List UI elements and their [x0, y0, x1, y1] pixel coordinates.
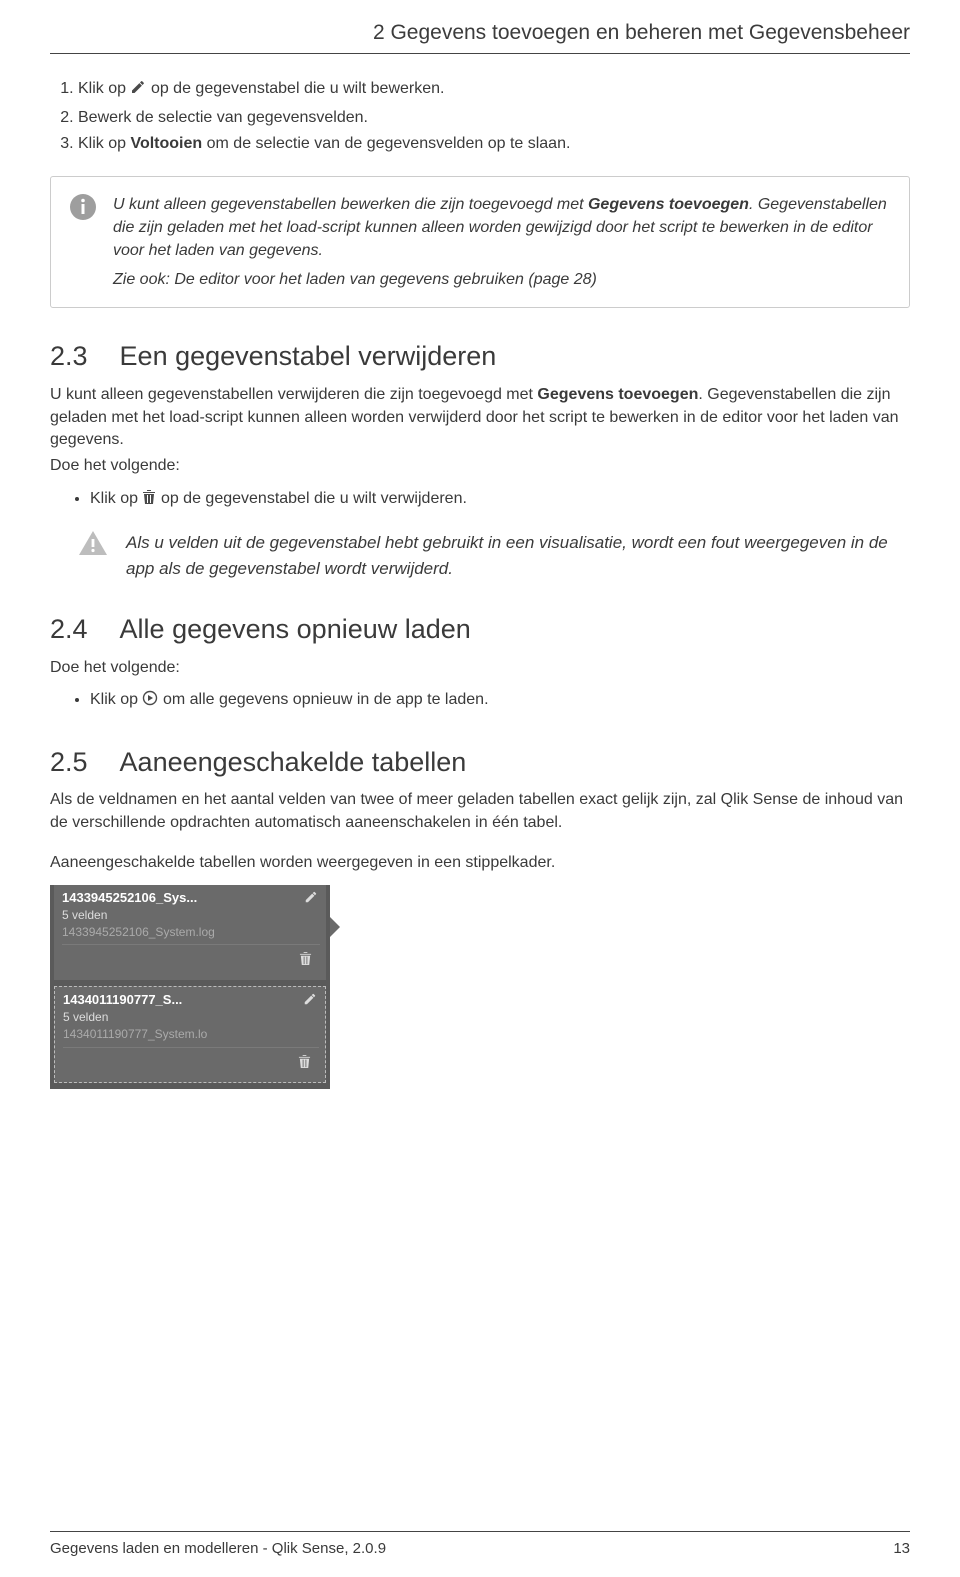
note-line1-a: U kunt alleen gegevenstabellen bewerken …	[113, 196, 588, 213]
step-3: Klik op Voltooien om de selectie van de …	[78, 133, 910, 155]
card2-sub: 5 velden	[63, 1009, 319, 1026]
sec23-paragraph: U kunt alleen gegevenstabellen verwijder…	[50, 384, 910, 451]
section-2-3-heading: 2.3 Een gegevenstabel verwijderen	[50, 338, 910, 376]
sec24-bullet-b: om alle gegevens opnieuw in de app te la…	[163, 691, 489, 708]
pencil-icon	[303, 991, 317, 1013]
warning-text: Als u velden uit de gegevenstabel hebt g…	[126, 530, 910, 581]
sec24-bullet: Klik op om alle gegevens opnieuw in de a…	[90, 689, 910, 713]
sec23-bullet-a: Klik op	[90, 490, 138, 507]
section-2-5-heading: 2.5 Aaneengeschakelde tabellen	[50, 744, 910, 782]
sec24-do-following: Doe het volgende:	[50, 657, 910, 679]
step-3-text-a: Klik op	[78, 135, 130, 152]
section-2-4-number: 2.4	[50, 611, 88, 649]
note-line1-bold: Gegevens toevoegen	[588, 196, 749, 213]
sec23-p1-a: U kunt alleen gegevenstabellen verwijder…	[50, 386, 537, 403]
warning-icon	[78, 530, 108, 563]
step-3-text-b: om de selectie van de gegevensvelden op …	[202, 135, 570, 152]
card1-title: 1433945252106_Sys...	[62, 889, 320, 907]
footer-page-number: 13	[893, 1538, 910, 1559]
section-2-5-title: Aaneengeschakelde tabellen	[120, 747, 467, 777]
step-1: Klik op op de gegevenstabel die u wilt b…	[78, 78, 910, 102]
card2-title: 1434011190777_S...	[63, 991, 319, 1009]
sec24-bullets: Klik op om alle gegevens opnieuw in de a…	[50, 689, 910, 713]
trash-icon	[142, 489, 156, 512]
reload-icon	[142, 690, 158, 713]
sec25-p1: Als de veldnamen en het aantal velden va…	[50, 789, 910, 834]
info-note: U kunt alleen gegevenstabellen bewerken …	[50, 176, 910, 309]
card1-file: 1433945252106_System.log	[62, 924, 320, 941]
table-card-2: 1434011190777_S... 5 velden 143401119077…	[54, 986, 326, 1083]
sec25-p2: Aaneengeschakelde tabellen worden weerge…	[50, 852, 910, 874]
sec23-p1-bold: Gegevens toevoegen	[537, 386, 698, 403]
footer-left: Gegevens laden en modelleren - Qlik Sens…	[50, 1538, 386, 1559]
step-3-bold: Voltooien	[130, 135, 202, 152]
step-2: Bewerk de selectie van gegevensvelden.	[78, 107, 910, 129]
info-icon	[69, 193, 97, 228]
card2-divider	[63, 1047, 319, 1048]
trash-icon	[299, 953, 312, 970]
card1-sub: 5 velden	[62, 907, 320, 924]
sec23-bullet-b: op de gegevenstabel die u wilt verwijder…	[161, 490, 467, 507]
sec23-do-following: Doe het volgende:	[50, 455, 910, 477]
concatenated-tables-preview: 1433945252106_Sys... 5 velden 1433945252…	[50, 885, 330, 1089]
pencil-icon	[130, 79, 146, 102]
header-rule	[50, 53, 910, 54]
warning-note: Als u velden uit de gegevenstabel hebt g…	[78, 530, 910, 581]
step-1-text-b: op de gegevenstabel die u wilt bewerken.	[151, 80, 445, 97]
trash-icon	[298, 1056, 311, 1073]
section-2-3-number: 2.3	[50, 338, 88, 376]
card2-trash	[63, 1052, 319, 1076]
info-note-text: U kunt alleen gegevenstabellen bewerken …	[113, 193, 891, 292]
card1-trash	[62, 949, 320, 973]
section-2-4-heading: 2.4 Alle gegevens opnieuw laden	[50, 611, 910, 649]
panel-arrow-icon	[330, 917, 340, 937]
note-line2: Zie ook: De editor voor het laden van ge…	[113, 271, 597, 288]
sec23-bullets: Klik op op de gegevenstabel die u wilt v…	[50, 488, 910, 512]
section-2-5-number: 2.5	[50, 744, 88, 782]
section-2-3-title: Een gegevenstabel verwijderen	[120, 341, 497, 371]
card1-divider	[62, 944, 320, 945]
numbered-steps: Klik op op de gegevenstabel die u wilt b…	[50, 78, 910, 155]
table-card-1: 1433945252106_Sys... 5 velden 1433945252…	[54, 885, 326, 980]
footer-rule	[50, 1531, 910, 1532]
pencil-icon	[304, 889, 318, 911]
page-footer: Gegevens laden en modelleren - Qlik Sens…	[50, 1531, 910, 1559]
sec23-bullet: Klik op op de gegevenstabel die u wilt v…	[90, 488, 910, 512]
card2-file: 1434011190777_System.lo	[63, 1026, 319, 1043]
step-1-text-a: Klik op	[78, 80, 126, 97]
section-2-4-title: Alle gegevens opnieuw laden	[120, 614, 471, 644]
running-header: 2 Gegevens toevoegen en beheren met Gege…	[50, 0, 910, 53]
sec24-bullet-a: Klik op	[90, 691, 138, 708]
